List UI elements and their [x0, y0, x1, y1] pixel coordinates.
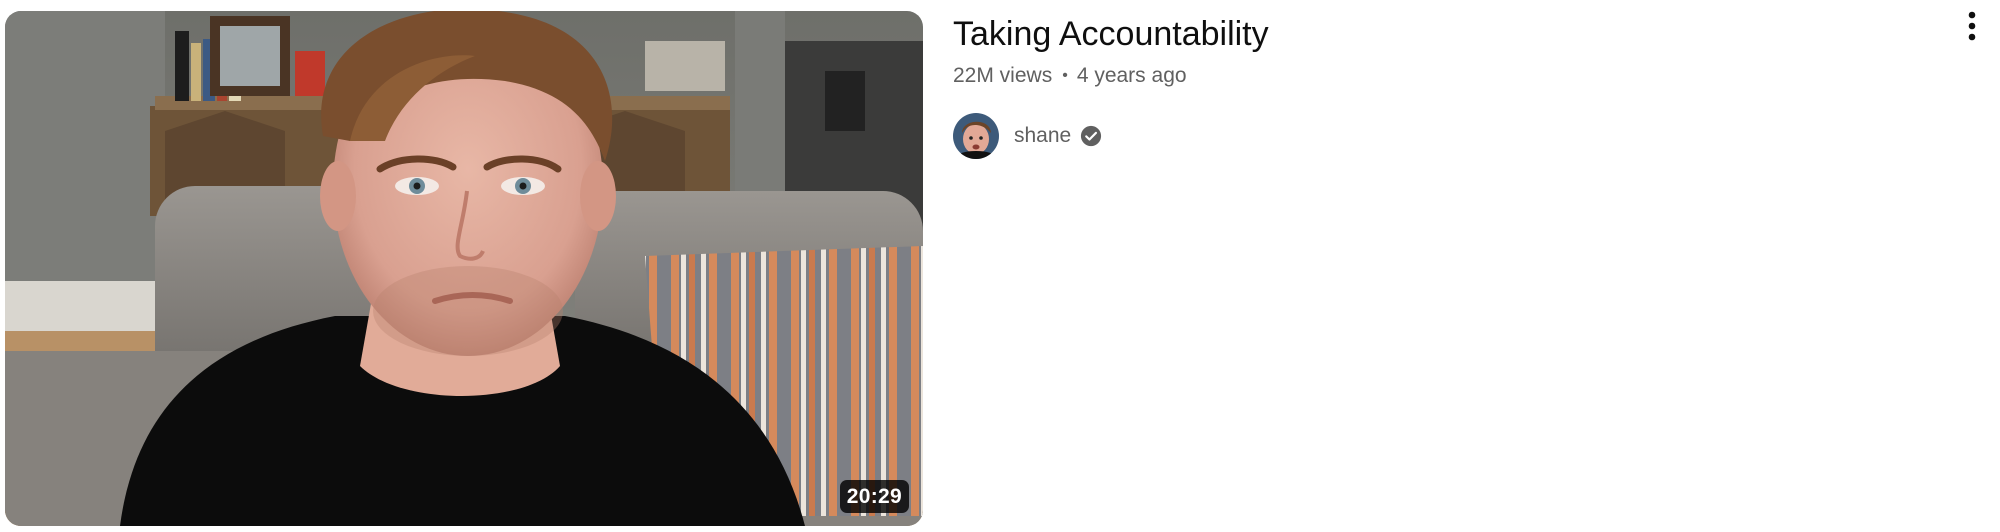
video-metadata: 22M views • 4 years ago	[953, 62, 1187, 90]
thumbnail-image	[5, 11, 923, 526]
publish-date: 4 years ago	[1076, 64, 1187, 87]
verified-check-icon	[1080, 125, 1102, 147]
video-details: Taking Accountability 22M views • 4 years …	[953, 0, 1933, 532]
more-vertical-icon	[1968, 11, 1976, 41]
metadata-separator: •	[1062, 67, 1068, 84]
view-count: 22M views	[953, 64, 1053, 87]
more-actions-button[interactable]	[1952, 6, 1992, 46]
channel-name[interactable]: shane	[1014, 122, 1071, 150]
video-thumbnail[interactable]: 20:29	[5, 11, 923, 526]
channel-avatar[interactable]	[953, 113, 999, 159]
video-result-row[interactable]: 20:29 Taking Accountability 22M views • 4 …	[0, 0, 2000, 532]
duration-badge: 20:29	[839, 480, 909, 513]
channel-link[interactable]: shane	[953, 112, 1102, 160]
video-title[interactable]: Taking Accountability	[953, 14, 1269, 54]
